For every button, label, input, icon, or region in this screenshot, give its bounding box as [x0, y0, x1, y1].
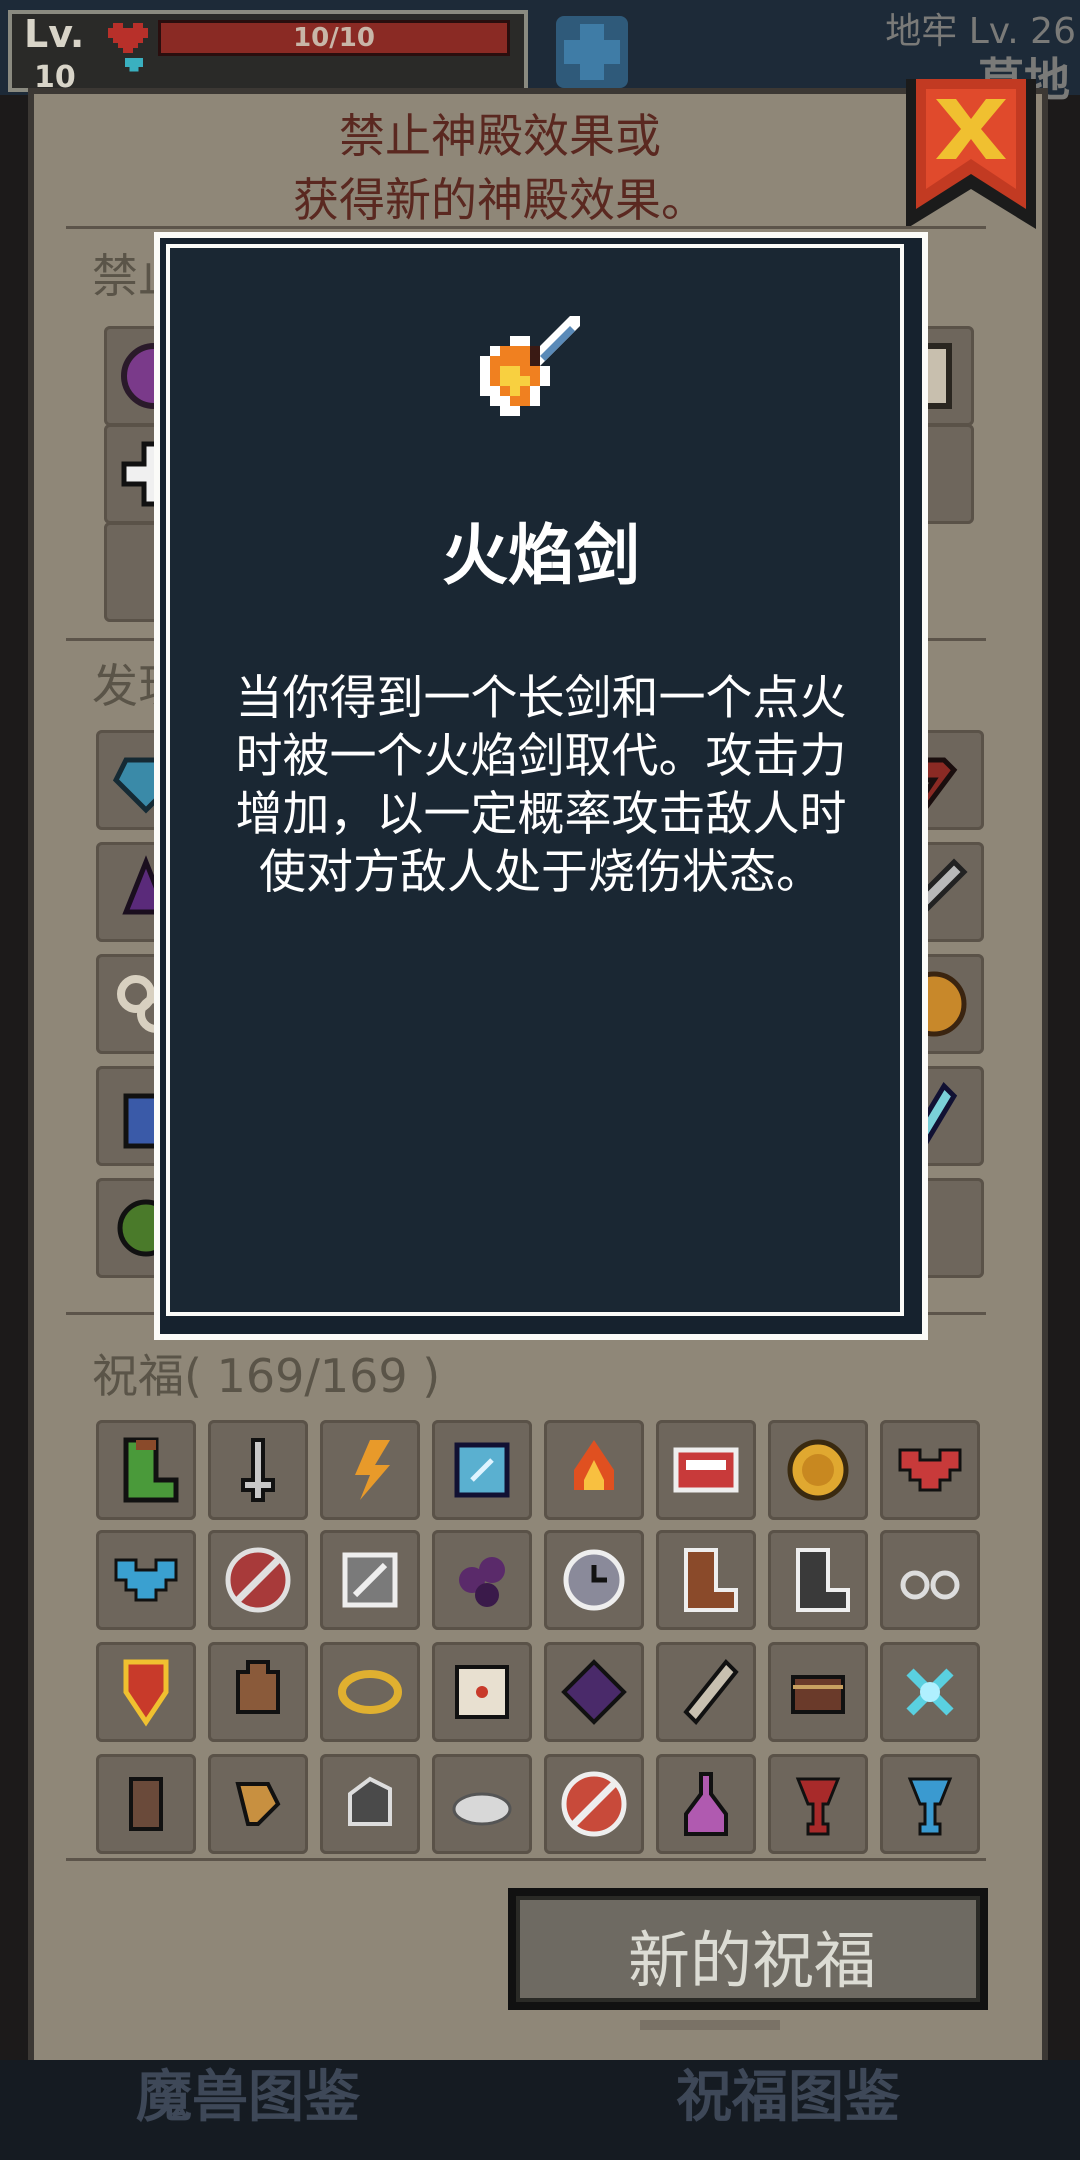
dark-crystal-icon	[561, 1659, 627, 1725]
divider	[66, 226, 986, 229]
blessing-slot[interactable]	[96, 1420, 196, 1520]
monster-mouth-icon	[673, 1447, 739, 1493]
stone-icon	[348, 1776, 392, 1826]
potion-icon	[684, 1772, 728, 1836]
blessing-slot[interactable]	[208, 1642, 308, 1742]
shield-icon	[125, 58, 143, 72]
blessing-slot[interactable]	[544, 1420, 644, 1520]
new-blessing-label: 新的祝福	[627, 1924, 876, 1997]
dagger-icon	[241, 1438, 275, 1502]
black-boot-icon	[796, 1548, 850, 1612]
blessing-slot[interactable]	[880, 1642, 980, 1742]
slash-frame-icon	[342, 1552, 398, 1608]
blessing-slot[interactable]	[880, 1530, 980, 1630]
modal-title: 火焰剑	[442, 517, 640, 594]
brown-boot-icon	[684, 1548, 738, 1612]
flame-sword-icon	[480, 316, 580, 416]
heart-icon	[108, 23, 148, 53]
blessing-slot[interactable]	[656, 1420, 756, 1520]
blessing-slot[interactable]	[432, 1642, 532, 1742]
blessing-slot[interactable]	[544, 1642, 644, 1742]
close-icon[interactable]	[906, 78, 1036, 230]
ice-block-icon	[454, 1442, 510, 1498]
blessing-slot[interactable]	[768, 1642, 868, 1742]
blessing-slot[interactable]	[768, 1530, 868, 1630]
tab-monster-codex[interactable]: 魔兽图鉴	[136, 2052, 360, 2133]
blessing-slot[interactable]	[208, 1754, 308, 1854]
blessing-slot[interactable]	[320, 1530, 420, 1630]
blessing-slot[interactable]	[544, 1754, 644, 1854]
blessing-slot[interactable]	[656, 1530, 756, 1630]
hp-bar: 10/10	[158, 20, 510, 56]
dice-icon	[455, 1665, 509, 1719]
blessing-slot[interactable]	[656, 1754, 756, 1854]
chest-icon	[791, 1675, 845, 1714]
plus-icon[interactable]	[556, 16, 628, 88]
lightning-icon	[355, 1440, 390, 1500]
blue-goblet-icon	[907, 1777, 953, 1836]
blessing-slot[interactable]	[880, 1420, 980, 1520]
red-goblet-icon	[795, 1777, 841, 1836]
blessing-slot[interactable]	[320, 1420, 420, 1520]
blessing-slot[interactable]	[768, 1754, 868, 1854]
blessing-slot[interactable]	[96, 1530, 196, 1630]
clock-icon	[563, 1549, 625, 1611]
gold-coin-icon	[787, 1439, 849, 1501]
blue-heart-icon	[114, 1558, 178, 1602]
modal-description: 当你得到一个长剑和一个点火时被一个火焰剑取代。攻击力增加，以一定概率攻击敌人时使…	[235, 671, 847, 900]
hp-text: 10/10	[293, 23, 375, 53]
frost-cross-icon	[906, 1668, 954, 1716]
dark-berries-icon	[459, 1557, 505, 1607]
level-label: Lv.	[24, 12, 85, 56]
blessing-slot[interactable]	[96, 1642, 196, 1742]
red-heart-icon	[898, 1448, 962, 1492]
gold-ring-icon	[338, 1670, 402, 1714]
scrollbar[interactable]	[640, 2020, 780, 2030]
fire-icon	[574, 1440, 614, 1490]
divider	[66, 1858, 986, 1861]
blessing-slot[interactable]	[320, 1642, 420, 1742]
blessing-slot[interactable]	[432, 1530, 532, 1630]
blessing-slot[interactable]	[208, 1420, 308, 1520]
item-info-modal[interactable]: 火焰剑 当你得到一个长剑和一个点火时被一个火焰剑取代。攻击力增加，以一定概率攻击…	[154, 232, 928, 1340]
new-blessing-button[interactable]: 新的祝福	[508, 1888, 988, 2010]
blessing-slot[interactable]	[880, 1754, 980, 1854]
blessing-slot[interactable]	[320, 1754, 420, 1854]
glasses-icon	[900, 1570, 960, 1600]
green-boot-icon	[123, 1437, 179, 1503]
blessing-slot[interactable]	[96, 1754, 196, 1854]
blessing-slot[interactable]	[768, 1420, 868, 1520]
bone-knife-icon	[683, 1659, 739, 1725]
blessing-slot[interactable]	[432, 1754, 532, 1854]
armor-icon	[129, 1777, 163, 1831]
new-blessing-button-face: 新的祝福	[516, 1896, 980, 2002]
blessing-slot[interactable]	[544, 1530, 644, 1630]
tab-blessing-codex[interactable]: 祝福图鉴	[676, 2052, 900, 2133]
panel-heading-line1: 禁止神殿效果或	[339, 109, 661, 163]
panel-heading-line2: 获得新的神殿效果。	[293, 173, 707, 227]
cloud-icon	[452, 1792, 512, 1826]
pouch-icon	[236, 1660, 280, 1714]
red-shield-icon	[123, 1659, 169, 1727]
no-fire-icon	[561, 1771, 627, 1837]
blessing-slot[interactable]	[656, 1642, 756, 1742]
blessing-slot[interactable]	[208, 1530, 308, 1630]
no-magic-icon	[225, 1547, 291, 1613]
bless-section-label: 祝福( 169/169 )	[92, 1349, 441, 1403]
blessing-slot[interactable]	[432, 1420, 532, 1520]
drumstick-icon	[235, 1782, 281, 1826]
